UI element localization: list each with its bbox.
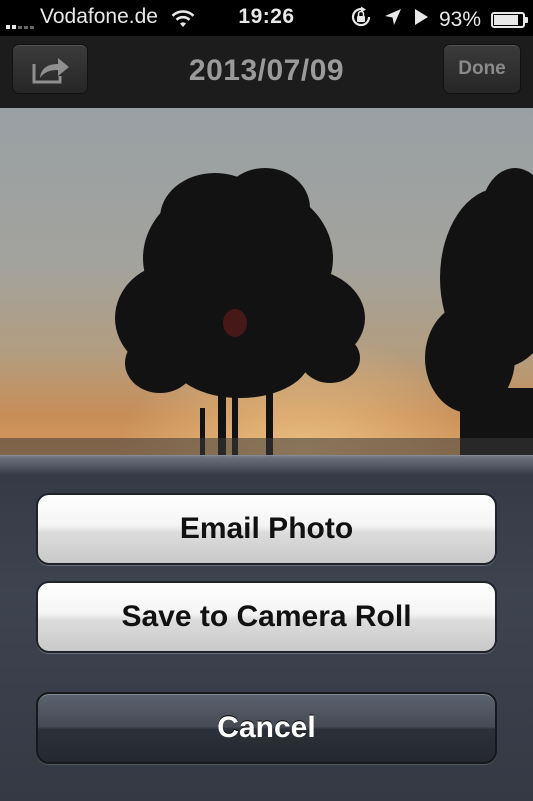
orientation-lock-icon bbox=[349, 5, 373, 35]
action-sheet: Email Photo Save to Camera Roll Cancel bbox=[0, 455, 533, 801]
location-arrow-icon bbox=[383, 7, 403, 33]
email-photo-button[interactable]: Email Photo bbox=[36, 493, 497, 565]
sunset-tree-photo bbox=[0, 108, 533, 458]
photo-view bbox=[0, 108, 533, 458]
save-to-camera-roll-button[interactable]: Save to Camera Roll bbox=[36, 581, 497, 653]
navigation-bar: 2013/07/09 Done bbox=[0, 36, 533, 108]
battery-percent: 93% bbox=[438, 8, 481, 31]
status-bar: Vodafone.de 19:26 93% bbox=[0, 0, 533, 36]
cancel-button[interactable]: Cancel bbox=[36, 692, 497, 764]
play-icon bbox=[413, 8, 429, 32]
done-button[interactable]: Done bbox=[443, 44, 521, 94]
status-bar-right: 93% bbox=[349, 5, 528, 35]
battery-icon bbox=[491, 12, 528, 28]
